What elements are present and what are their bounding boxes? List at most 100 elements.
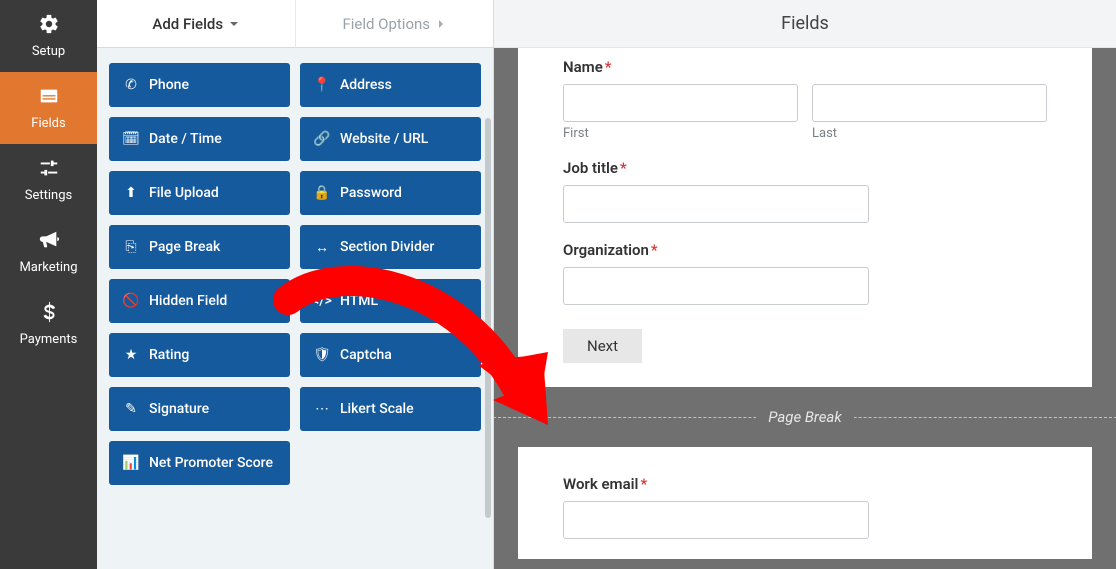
code-icon: </> xyxy=(314,293,330,309)
field-likert[interactable]: ⋯ Likert Scale xyxy=(300,387,481,431)
field-organization[interactable]: Organization* xyxy=(563,241,1047,305)
nav-label: Setup xyxy=(32,44,65,59)
tab-field-options[interactable]: Field Options xyxy=(295,0,494,48)
calendar-icon: 🗓 xyxy=(123,131,139,147)
jobtitle-label: Job title* xyxy=(563,159,1047,177)
first-sublabel: First xyxy=(563,126,798,141)
field-captcha[interactable]: 🛡 Captcha xyxy=(300,333,481,377)
field-phone[interactable]: ✆ Phone xyxy=(109,63,290,107)
field-label: Likert Scale xyxy=(340,401,414,417)
field-work-email[interactable]: Work email* xyxy=(563,475,1047,539)
gear-icon xyxy=(38,13,60,40)
field-label: Date / Time xyxy=(149,131,222,147)
dots-icon: ⋯ xyxy=(314,401,330,417)
field-name[interactable]: Name* First Last xyxy=(563,58,1047,141)
field-file-upload[interactable]: ⬆ File Upload xyxy=(109,171,290,215)
field-label: Captcha xyxy=(340,347,392,363)
field-signature[interactable]: ✎ Signature xyxy=(109,387,290,431)
link-icon: 🔗 xyxy=(314,131,330,147)
page-break-label: Page Break xyxy=(756,408,853,426)
nav-label: Payments xyxy=(20,332,78,347)
button-label: Next xyxy=(587,337,618,355)
required-marker: * xyxy=(651,241,658,259)
label-text: Work email xyxy=(563,475,638,493)
required-marker: * xyxy=(605,58,612,76)
preview-pane: Fields Name* First Last xyxy=(494,0,1116,569)
page-title: Fields xyxy=(494,0,1116,48)
sliders-icon xyxy=(38,157,60,184)
job-title-input[interactable] xyxy=(563,185,869,223)
first-name-input[interactable] xyxy=(563,84,798,122)
label-text: Job title xyxy=(563,159,618,177)
title-text: Fields xyxy=(781,13,829,34)
field-label: Website / URL xyxy=(340,131,428,147)
nav-label: Settings xyxy=(25,188,72,203)
field-label: Section Divider xyxy=(340,239,434,255)
nav-setup[interactable]: Setup xyxy=(0,0,97,72)
organization-label: Organization* xyxy=(563,241,1047,259)
field-url[interactable]: 🔗 Website / URL xyxy=(300,117,481,161)
tab-label: Add Fields xyxy=(152,15,223,33)
field-label: Rating xyxy=(149,347,189,363)
eye-off-icon: 🚫 xyxy=(123,293,139,309)
last-sublabel: Last xyxy=(812,126,1047,141)
dollar-icon xyxy=(38,301,60,328)
panel-tabs: Add Fields Field Options xyxy=(97,0,493,48)
field-page-break[interactable]: ⎘ Page Break xyxy=(109,225,290,269)
field-panel: Add Fields Field Options ✆ Phone 📍 Address… xyxy=(97,0,494,569)
organization-input[interactable] xyxy=(563,267,869,305)
field-label: Hidden Field xyxy=(149,293,227,309)
field-password[interactable]: 🔒 Password xyxy=(300,171,481,215)
nav-label: Fields xyxy=(31,116,65,131)
field-address[interactable]: 📍 Address xyxy=(300,63,481,107)
field-rating[interactable]: ★ Rating xyxy=(109,333,290,377)
bullhorn-icon xyxy=(38,229,60,256)
page-break-divider[interactable]: Page Break xyxy=(494,387,1116,447)
required-marker: * xyxy=(640,475,647,493)
shield-icon: 🛡 xyxy=(314,347,330,363)
nav-label: Marketing xyxy=(19,260,77,275)
field-html[interactable]: </>HTML xyxy=(300,279,481,323)
field-section-divider[interactable]: ↔ Section Divider xyxy=(300,225,481,269)
field-label: Signature xyxy=(149,401,209,417)
field-nps[interactable]: 📊 Net Promoter Score xyxy=(109,441,290,485)
field-label: Address xyxy=(340,77,392,93)
nav-fields[interactable]: Fields xyxy=(0,72,97,144)
work-email-input[interactable] xyxy=(563,501,869,539)
label-text: Name xyxy=(563,58,603,76)
workemail-label: Work email* xyxy=(563,475,1047,493)
lock-icon: 🔒 xyxy=(314,185,330,201)
pencil-icon: ✎ xyxy=(123,401,139,417)
divider-icon: ↔ xyxy=(314,239,330,256)
field-label: Phone xyxy=(149,77,189,93)
pagebreak-icon: ⎘ xyxy=(123,239,139,255)
phone-icon: ✆ xyxy=(123,77,139,93)
tab-add-fields[interactable]: Add Fields xyxy=(97,0,295,48)
gauge-icon: 📊 xyxy=(123,455,139,471)
name-label: Name* xyxy=(563,58,1047,76)
tab-label: Field Options xyxy=(342,15,430,33)
chevron-down-icon xyxy=(229,15,239,33)
nav-marketing[interactable]: Marketing xyxy=(0,216,97,288)
field-date[interactable]: 🗓 Date / Time xyxy=(109,117,290,161)
field-label: File Upload xyxy=(149,185,219,201)
label-text: Organization xyxy=(563,241,649,259)
nav-settings[interactable]: Settings xyxy=(0,144,97,216)
sidebar-nav: Setup Fields Settings Marketing Payments xyxy=(0,0,97,569)
fields-list: ✆ Phone 📍 Address 🗓 Date / Time 🔗 Website / … xyxy=(97,48,493,515)
field-label: Password xyxy=(340,185,402,201)
required-marker: * xyxy=(620,159,627,177)
field-hidden[interactable]: 🚫 Hidden Field xyxy=(109,279,290,323)
pin-icon: 📍 xyxy=(314,77,330,93)
chevron-right-icon xyxy=(436,15,446,33)
next-button[interactable]: Next xyxy=(563,329,642,363)
last-name-input[interactable] xyxy=(812,84,1047,122)
scrollbar[interactable] xyxy=(485,118,491,518)
field-label: Net Promoter Score xyxy=(149,455,273,471)
field-job-title[interactable]: Job title* xyxy=(563,159,1047,223)
form-preview: Name* First Last Job title* xyxy=(494,48,1116,569)
upload-icon: ⬆ xyxy=(123,185,139,201)
field-label: Page Break xyxy=(149,239,220,255)
star-icon: ★ xyxy=(123,347,139,363)
nav-payments[interactable]: Payments xyxy=(0,288,97,360)
